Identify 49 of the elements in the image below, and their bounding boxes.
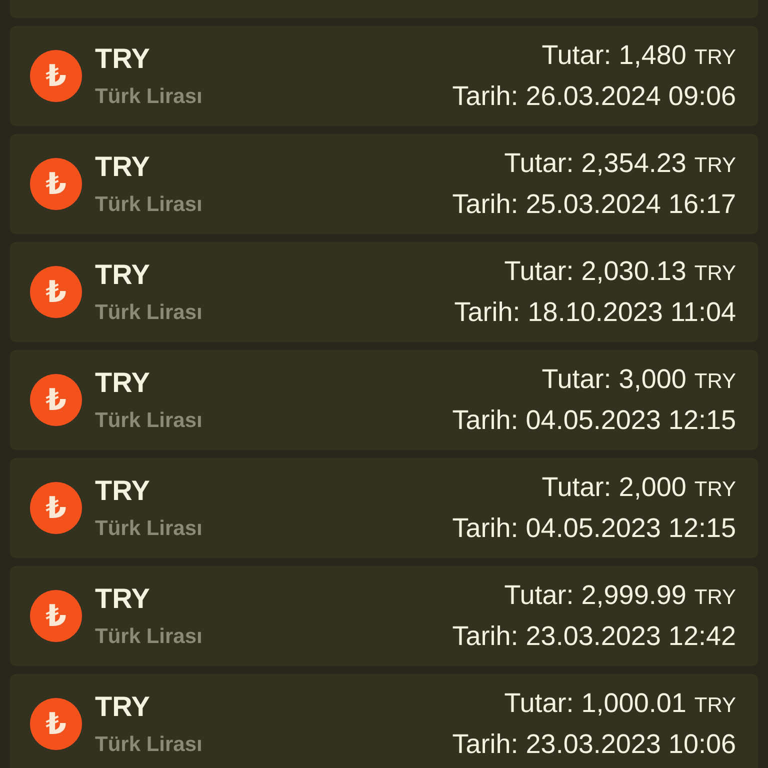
transaction-card[interactable]: ₺ TRY Türk Lirası Tutar: 2,999.99 TRY Tarih: 23.03.2023 12:42 [10,566,758,666]
amount-text: Tutar: 1,480 [542,40,686,71]
date-text: Tarih: 23.03.2023 12:42 [452,621,736,652]
currency-label: TRY [694,154,736,178]
amount-text: Tutar: 2,030.13 [504,256,686,287]
lira-icon: ₺ [30,266,82,318]
currency-label: TRY [694,478,736,502]
currency-name: Türk Lirası [95,733,204,757]
currency-name: Türk Lirası [95,85,204,109]
amount-text: Tutar: 2,999.99 [504,580,686,611]
currency-code: TRY [95,475,151,507]
date-text: Tarih: 04.05.2023 12:15 [452,405,736,436]
lira-icon: ₺ [30,158,82,210]
currency-code: TRY [95,691,151,723]
amount-text: Tutar: 1,000.01 [504,688,686,719]
currency-label: TRY [694,694,736,718]
currency-code: TRY [95,151,151,183]
date-text: Tarih: 23.03.2023 10:06 [452,729,736,760]
currency-code: TRY [95,259,151,291]
currency-name: Türk Lirası [95,301,204,325]
currency-label: TRY [694,370,736,394]
amount-text: Tutar: 3,000 [542,364,686,395]
transaction-card[interactable]: ₺ TRY Türk Lirası Tutar: 2,000 TRY Tarih: 04.05.2023 12:15 [10,458,758,558]
transaction-card[interactable]: ₺ TRY Türk Lirası Tutar: 3,000 TRY Tarih: 04.05.2023 12:15 [10,350,758,450]
currency-label: TRY [694,262,736,286]
lira-icon: ₺ [30,698,82,750]
transaction-card[interactable]: ₺ TRY Türk Lirası Tutar: 1,000.01 TRY Tarih: 23.03.2023 10:06 [10,674,758,768]
lira-icon: ₺ [30,374,82,426]
currency-name: Türk Lirası [95,517,204,541]
currency-name: Türk Lirası [95,625,204,649]
transaction-card[interactable]: ₺ TRY Türk Lirası Tutar: 1,480 TRY Tarih: 26.03.2024 09:06 [10,26,758,126]
currency-code: TRY [95,43,151,75]
currency-name: Türk Lirası [95,409,204,433]
date-text: Tarih: 04.05.2023 12:15 [452,513,736,544]
lira-icon: ₺ [30,50,82,102]
date-text: Tarih: 25.03.2024 16:17 [452,189,736,220]
date-text: Tarih: 18.10.2023 11:04 [454,297,736,328]
amount-text: Tutar: 2,354.23 [504,148,686,179]
date-text: Tarih: 26.03.2024 09:06 [452,81,736,112]
currency-label: TRY [694,586,736,610]
transaction-card[interactable]: ₺ TRY Türk Lirası Tutar: 2,030.13 TRY Tarih: 18.10.2023 11:04 [10,242,758,342]
currency-label: TRY [694,46,736,70]
currency-code: TRY [95,583,151,615]
lira-icon: ₺ [30,590,82,642]
amount-text: Tutar: 2,000 [542,472,686,503]
currency-code: TRY [95,367,151,399]
currency-name: Türk Lirası [95,193,204,217]
transaction-card[interactable]: ₺ TRY Türk Lirası Tutar: 2,354.23 TRY Tarih: 25.03.2024 16:17 [10,134,758,234]
lira-icon: ₺ [30,482,82,534]
